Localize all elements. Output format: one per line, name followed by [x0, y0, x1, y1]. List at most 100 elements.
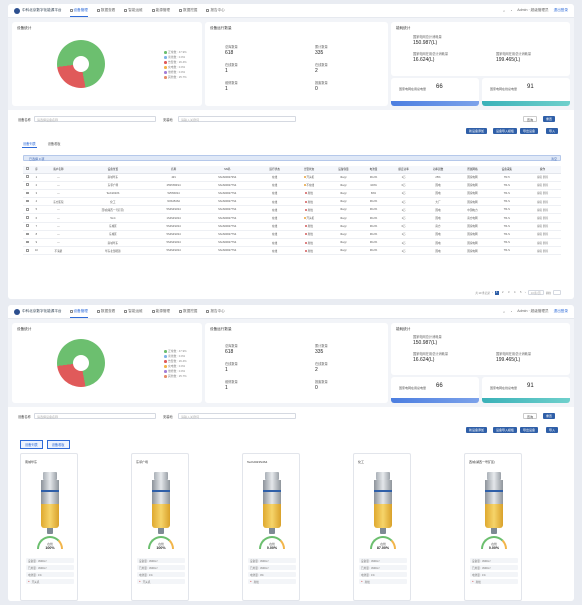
user-name[interactable]: Admin · 超级管理员 — [517, 309, 548, 314]
row-actions[interactable]: 编辑 删除 — [524, 238, 561, 248]
logout-link[interactable]: 退出登录 — [554, 309, 568, 314]
import-template-button[interactable]: 设备导入模板 — [493, 128, 518, 134]
row-select-cell[interactable] — [23, 222, 32, 231]
row-select-cell[interactable] — [23, 238, 32, 248]
row-actions[interactable]: 编辑 删除 — [524, 197, 561, 207]
table-row[interactable]: 6—5m4 1S4S4S4S4 ShoS000277S4 在线 开关机 0kvgr 99.2… — [23, 213, 561, 223]
legend-item[interactable]: 其他数 : 25.7% — [164, 75, 187, 80]
device-card[interactable]: 化工 在线 87.00% 设备量 : 3990m³ 已用量 : 3990m³ 电池量 : … — [353, 453, 411, 601]
pager-page[interactable]: 1 — [494, 290, 499, 295]
search-button[interactable]: 查询 — [523, 413, 538, 419]
nav-item-device[interactable]: 设备管理 — [69, 306, 88, 318]
nav-item-mining[interactable]: 数据挖掘 — [179, 5, 197, 17]
row-actions[interactable]: 编辑 删除 — [524, 205, 561, 215]
import-button[interactable]: 导入 — [546, 128, 559, 134]
goto-input[interactable] — [553, 290, 561, 295]
search-icon[interactable]: ⌕ — [503, 310, 505, 314]
search-button[interactable]: 查询 — [523, 116, 538, 122]
nav-item-data[interactable]: 数据查看 — [96, 5, 115, 17]
page-size-select[interactable]: 10条/页 — [527, 290, 544, 295]
row-select-cell[interactable] — [23, 246, 32, 256]
dashboard-board-view: 中科北京数字化能源平台 设备管理 数据查看 智能运维 能源管理 数据挖掘 报告中… — [8, 305, 574, 601]
row-select-cell[interactable] — [23, 230, 32, 240]
row-actions[interactable]: 编辑 删除 — [524, 213, 561, 223]
table-row[interactable]: 1— 南城华东 4#1 ShoS000273S4 在线 开关机 0kvgr 99.2% 1万 25… — [23, 173, 561, 182]
pager-page[interactable]: 4 — [513, 291, 517, 295]
logo-icon — [14, 308, 20, 315]
bell-icon[interactable]: ◔ — [510, 310, 512, 314]
nav-item-energy[interactable]: 能源管理 — [151, 5, 170, 17]
export-button[interactable]: 导出设备 — [520, 427, 539, 433]
row-checkbox[interactable] — [26, 232, 29, 236]
device-card[interactable]: 南城华东 在线 100% 设备量 : 3990m³ 已用量 : 3990m³ 电池量 : … — [20, 453, 78, 601]
row-checkbox[interactable] — [26, 208, 29, 211]
pager-prev-icon[interactable]: ‹ — [492, 291, 493, 294]
row-select-cell[interactable] — [23, 181, 32, 190]
table-row[interactable]: 8— 东城区 5S4S4S4S4 ShoS000277S4 在线 离线 0kvgr 99.2%… — [23, 230, 561, 240]
row-actions[interactable]: 编辑 删除 — [524, 189, 561, 199]
row-select-cell[interactable] — [23, 197, 32, 207]
tab-list[interactable]: 设备列表 — [20, 440, 43, 449]
tab-board[interactable]: 设备看板 — [46, 440, 70, 449]
row-checkbox[interactable] — [26, 224, 29, 228]
location-input[interactable]: 请输入关键词 — [178, 413, 296, 419]
table-row[interactable]: 5— 西城(湖西一号矿区) 5S4S4S4S4 ShoS000277S4 在线 离线 0kv… — [23, 205, 561, 215]
pager-page[interactable]: 5 — [519, 291, 523, 295]
legend-item[interactable]: 其他数 : 25.7% — [164, 374, 187, 379]
tab-board[interactable]: 设备看板 — [47, 140, 62, 148]
device-card[interactable]: 西城(湖西一号矿区) 在线 0.00% 设备量 : 3990m³ 已用量 : 3990m… — [464, 453, 522, 601]
location-input[interactable]: 请输入关键词 — [178, 116, 296, 122]
table-row[interactable]: 9— 南城华东 5S4S4S4S4 ShoS000277S4 在线 离线 0kvgr 99.2… — [23, 238, 561, 248]
user-name[interactable]: Admin · 超级管理员 — [517, 8, 548, 13]
import-template-button[interactable]: 设备导入模板 — [493, 427, 518, 433]
nav-item-ops[interactable]: 智能运维 — [124, 5, 143, 17]
table-row[interactable]: 7— 东城区 5S4S4S4S4 ShoS000277S4 在线 离线 0kvgr 99.2%… — [23, 222, 561, 231]
row-checkbox[interactable] — [26, 199, 29, 203]
nav-item-report[interactable]: 报告中心 — [206, 5, 225, 17]
table-row[interactable]: 3— Tech2023S 525S54S4 ShoS000277S4 在线 离线 0kvgr… — [23, 189, 561, 199]
row-checkbox[interactable] — [26, 183, 29, 187]
add-device-button[interactable]: 新设备添加 — [466, 427, 488, 433]
logout-link[interactable]: 退出登录 — [554, 8, 568, 13]
row-select-cell[interactable] — [23, 173, 32, 182]
row-actions[interactable]: 编辑 删除 — [524, 173, 561, 182]
table-row[interactable]: 2— 东邻广场 25S5S54S4 ShoS000277S4 在线 不在线 0kvgr 100… — [23, 181, 561, 190]
tab-list[interactable]: 设备列表 — [22, 140, 37, 148]
row-actions[interactable]: 编辑 删除 — [524, 246, 561, 256]
device-card[interactable]: 东邻广场 在线 100% 设备量 : 3990m³ 已用量 : 3990m³ 电池量 : … — [131, 453, 189, 601]
table-row[interactable]: 10 不清楚 华东北部能源 5S4S4S4S4 ShoS000277S4 在线 离线 0kvg… — [23, 246, 561, 256]
search-icon[interactable]: ⌕ — [503, 9, 505, 13]
bell-icon[interactable]: ◔ — [510, 9, 512, 13]
clear-selection-link[interactable]: 清空 — [551, 157, 557, 161]
nav-item-energy[interactable]: 能源管理 — [151, 306, 170, 318]
select-all-checkbox[interactable] — [26, 167, 29, 171]
device-card[interactable]: Tech2023S4S4 在线 0.00% 设备量 : 3990m³ 已用量 : 399… — [242, 453, 300, 601]
row-checkbox[interactable] — [26, 216, 29, 219]
add-device-button[interactable]: 新设备添加 — [466, 128, 488, 134]
nav-item-data[interactable]: 数据查看 — [96, 306, 115, 318]
import-button[interactable]: 导入 — [546, 427, 559, 433]
row-checkbox[interactable] — [26, 191, 29, 195]
row-actions[interactable]: 编辑 删除 — [524, 181, 561, 190]
row-select-cell[interactable] — [23, 213, 32, 223]
device-select[interactable]: 请选择设备名称 — [34, 413, 156, 419]
reset-button[interactable]: 重置 — [543, 413, 556, 419]
nav-item-report[interactable]: 报告中心 — [206, 306, 225, 318]
nav-item-ops[interactable]: 智能运维 — [124, 306, 143, 318]
pager-page[interactable]: 2 — [501, 291, 505, 295]
row-select-cell[interactable] — [23, 189, 32, 199]
pager-next-icon[interactable]: › — [525, 291, 526, 294]
table-row[interactable]: 4 东方医院 化工 N0S454S4 ShoS000277S4 在线 离线 0kvgr 99.2… — [23, 197, 561, 207]
row-select-cell[interactable] — [23, 205, 32, 215]
row-checkbox[interactable] — [26, 175, 29, 178]
nav-item-device[interactable]: 设备管理 — [69, 5, 88, 17]
nav-item-mining[interactable]: 数据挖掘 — [179, 306, 197, 318]
row-checkbox[interactable] — [26, 240, 29, 244]
row-checkbox[interactable] — [26, 248, 29, 252]
pager-page[interactable]: 3 — [507, 291, 511, 295]
device-select[interactable]: 请选择设备名称 — [34, 116, 156, 122]
export-button[interactable]: 导出设备 — [520, 128, 539, 134]
reset-button[interactable]: 重置 — [543, 116, 556, 122]
row-actions[interactable]: 编辑 删除 — [524, 222, 561, 231]
row-actions[interactable]: 编辑 删除 — [524, 230, 561, 240]
